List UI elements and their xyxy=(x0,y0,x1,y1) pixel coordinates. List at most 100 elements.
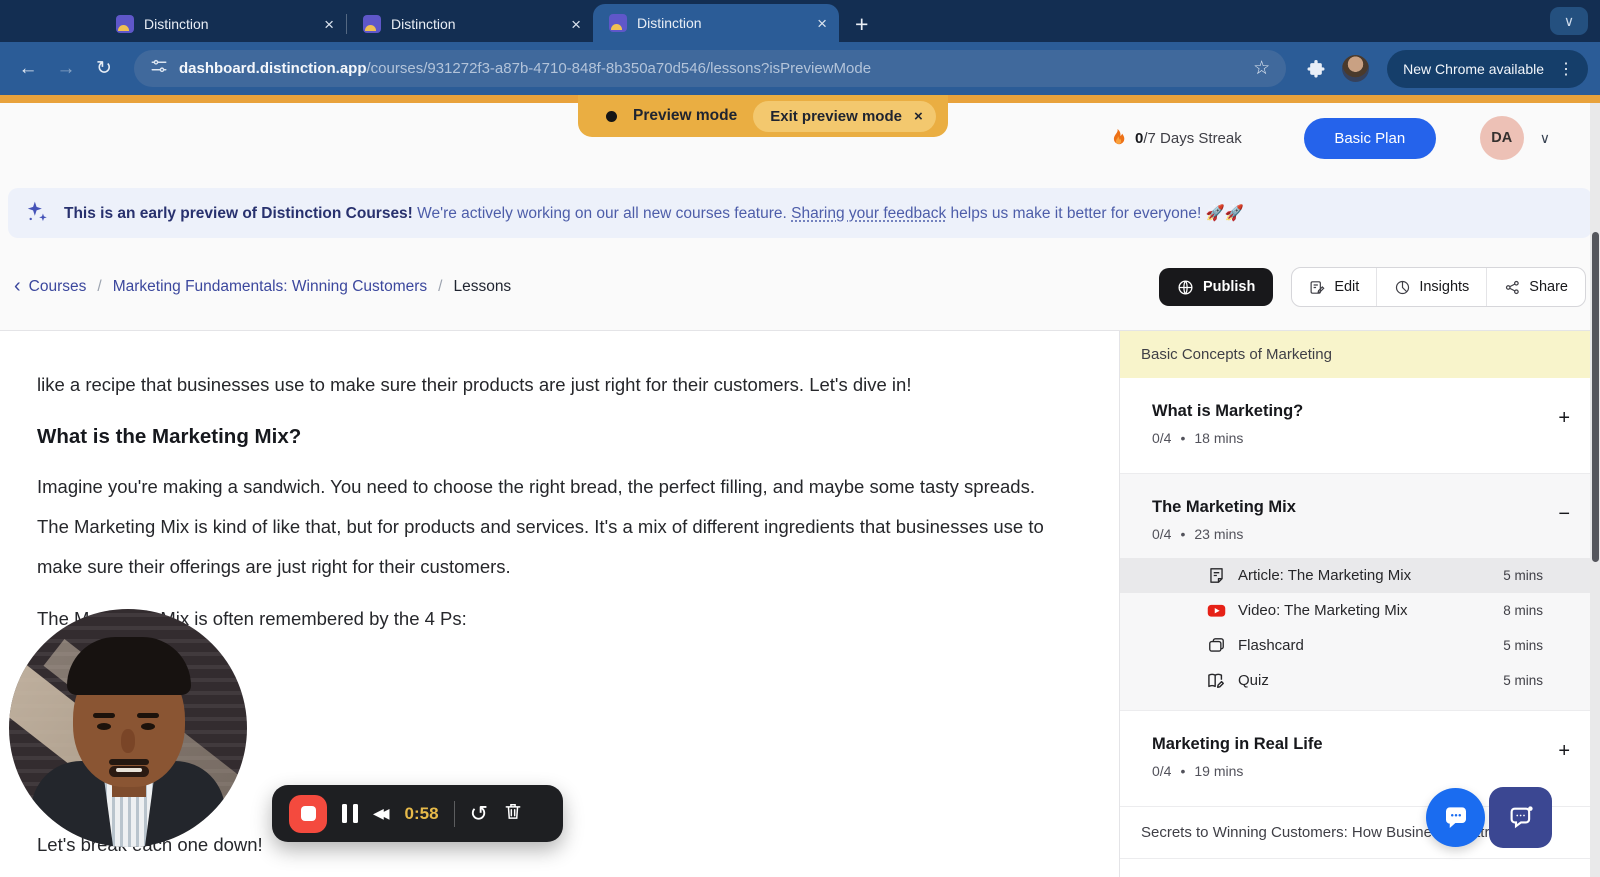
favicon-sun-shape xyxy=(611,24,622,30)
recording-controls: ◀◀ 0:58 ↺ xyxy=(272,785,563,842)
expand-icon[interactable]: + xyxy=(1558,408,1570,428)
more-menu-icon[interactable]: ⋮ xyxy=(1552,59,1580,79)
section-title: What is Marketing? xyxy=(1152,402,1570,421)
pause-recording-button[interactable] xyxy=(342,804,358,823)
browser-tab-3-active[interactable]: Distinction × xyxy=(593,4,839,42)
rewind-button[interactable]: ◀◀ xyxy=(373,805,390,822)
back-button[interactable]: ← xyxy=(12,53,44,85)
flame-icon xyxy=(1108,128,1127,149)
article-paragraph: like a recipe that businesses use to mak… xyxy=(37,365,1059,405)
close-icon[interactable]: × xyxy=(817,15,827,32)
webcam-person-hair xyxy=(67,637,191,695)
section-title: Marketing in Real Life xyxy=(1152,735,1570,754)
section-understanding-branding[interactable]: Understanding Branding and Your Target A… xyxy=(1120,859,1600,877)
recording-timer: 0:58 xyxy=(405,804,439,824)
stop-recording-button[interactable] xyxy=(289,795,327,833)
course-section-header[interactable]: Basic Concepts of Marketing xyxy=(1120,331,1600,378)
trash-icon xyxy=(503,801,523,821)
publish-button[interactable]: Publish xyxy=(1159,268,1273,306)
preview-mode-banner: Preview mode Exit preview mode × xyxy=(578,95,948,137)
exit-preview-button[interactable]: Exit preview mode × xyxy=(753,101,935,132)
chevron-left-icon[interactable]: ‹ xyxy=(14,275,21,298)
webcam-person-teeth xyxy=(116,768,142,772)
insights-button[interactable]: Insights xyxy=(1376,268,1486,306)
delete-recording-button[interactable] xyxy=(503,801,523,826)
user-avatar[interactable]: DA xyxy=(1480,116,1524,160)
url-text: dashboard.distinction.app/courses/931272… xyxy=(179,60,1242,77)
url-bar[interactable]: dashboard.distinction.app/courses/931272… xyxy=(134,50,1286,87)
share-label: Share xyxy=(1529,279,1568,295)
breadcrumb-current: Lessons xyxy=(453,278,511,296)
collapse-icon[interactable]: − xyxy=(1558,504,1570,524)
chevron-down-icon[interactable]: ∨ xyxy=(1540,130,1550,147)
announcement-text: This is an early preview of Distinction … xyxy=(64,204,1244,223)
webcam-person-eyebrow xyxy=(137,713,159,718)
page-scrollbar[interactable] xyxy=(1590,103,1600,877)
chrome-profile-avatar[interactable] xyxy=(1342,55,1369,82)
stop-icon xyxy=(301,806,316,821)
site-settings-icon[interactable] xyxy=(150,57,168,80)
lesson-item-article[interactable]: Article: The Marketing Mix 5 mins xyxy=(1120,558,1600,593)
course-actions: Publish Edit Insights Share xyxy=(1159,267,1586,307)
lesson-items: Article: The Marketing Mix 5 mins Video:… xyxy=(1120,558,1600,698)
preview-mode-label: Preview mode xyxy=(633,107,737,125)
tab-title: Distinction xyxy=(637,15,807,31)
breadcrumb-separator: / xyxy=(438,278,442,296)
pie-chart-icon xyxy=(1394,279,1411,296)
section-meta: 0/4 • 19 mins xyxy=(1152,763,1570,779)
edit-icon xyxy=(1309,279,1326,296)
tab-strip: Distinction × Distinction × Distinction … xyxy=(0,0,1600,42)
feedback-widget-button[interactable] xyxy=(1489,787,1552,848)
forward-button[interactable]: → xyxy=(50,53,82,85)
lesson-item-quiz[interactable]: Quiz 5 mins xyxy=(1120,663,1600,698)
secondary-actions-group: Edit Insights Share xyxy=(1291,267,1586,307)
article-paragraph: Imagine you're making a sandwich. You ne… xyxy=(37,467,1059,587)
expand-icon[interactable]: + xyxy=(1558,741,1570,761)
recorder-divider xyxy=(454,801,455,827)
scrollbar-thumb[interactable] xyxy=(1592,232,1599,562)
section-the-marketing-mix[interactable]: The Marketing Mix 0/4 • 23 mins − Articl… xyxy=(1120,474,1600,711)
flashcard-icon xyxy=(1205,635,1227,657)
extensions-icon[interactable] xyxy=(1300,59,1332,79)
lesson-item-flashcard[interactable]: Flashcard 5 mins xyxy=(1120,628,1600,663)
feedback-link[interactable]: Sharing your feedback xyxy=(791,205,946,222)
tab-search-button[interactable]: ∨ xyxy=(1550,7,1588,35)
reload-button[interactable]: ↻ xyxy=(88,53,120,85)
close-icon[interactable]: × xyxy=(571,16,581,33)
webcam-person-eyebrow xyxy=(93,713,115,718)
edit-button[interactable]: Edit xyxy=(1292,268,1376,306)
webcam-person-eye xyxy=(97,723,111,730)
bullet-separator: • xyxy=(1180,763,1185,779)
close-icon[interactable]: × xyxy=(914,108,923,125)
favicon-sun-shape xyxy=(365,25,376,31)
video-icon xyxy=(1205,600,1227,622)
restart-recording-button[interactable]: ↺ xyxy=(470,803,488,825)
close-icon[interactable]: × xyxy=(324,16,334,33)
section-what-is-marketing[interactable]: What is Marketing? 0/4 • 18 mins + xyxy=(1120,378,1600,474)
chat-widget-button[interactable] xyxy=(1426,788,1485,847)
lesson-item-video[interactable]: Video: The Marketing Mix 8 mins xyxy=(1120,593,1600,628)
chrome-update-button[interactable]: New Chrome available ⋮ xyxy=(1387,50,1588,88)
breadcrumb-courses-link[interactable]: Courses xyxy=(29,278,87,296)
section-meta: 0/4 • 23 mins xyxy=(1152,526,1570,542)
globe-icon xyxy=(1177,279,1194,296)
new-tab-button[interactable]: + xyxy=(855,13,868,36)
breadcrumb-course-link[interactable]: Marketing Fundamentals: Winning Customer… xyxy=(113,278,427,296)
share-icon xyxy=(1504,279,1521,296)
distinction-favicon-icon xyxy=(116,15,134,33)
browser-tab-2[interactable]: Distinction × xyxy=(347,6,593,42)
article-heading: What is the Marketing Mix? xyxy=(37,425,1059,449)
webcam-person-mustache xyxy=(109,759,149,765)
basic-plan-button[interactable]: Basic Plan xyxy=(1304,118,1436,159)
webcam-person-nose xyxy=(121,729,135,753)
sparkle-icon xyxy=(24,200,50,226)
distinction-favicon-icon xyxy=(609,14,627,32)
early-preview-announcement: This is an early preview of Distinction … xyxy=(8,188,1592,238)
chat-bubble-icon xyxy=(1441,803,1471,833)
distinction-favicon-icon xyxy=(363,15,381,33)
share-button[interactable]: Share xyxy=(1486,268,1585,306)
days-streak: 0/7 Days Streak xyxy=(1108,128,1242,149)
chevron-down-icon: ∨ xyxy=(1564,13,1574,30)
bookmark-star-icon[interactable]: ☆ xyxy=(1253,57,1270,80)
browser-tab-1[interactable]: Distinction × xyxy=(100,6,346,42)
